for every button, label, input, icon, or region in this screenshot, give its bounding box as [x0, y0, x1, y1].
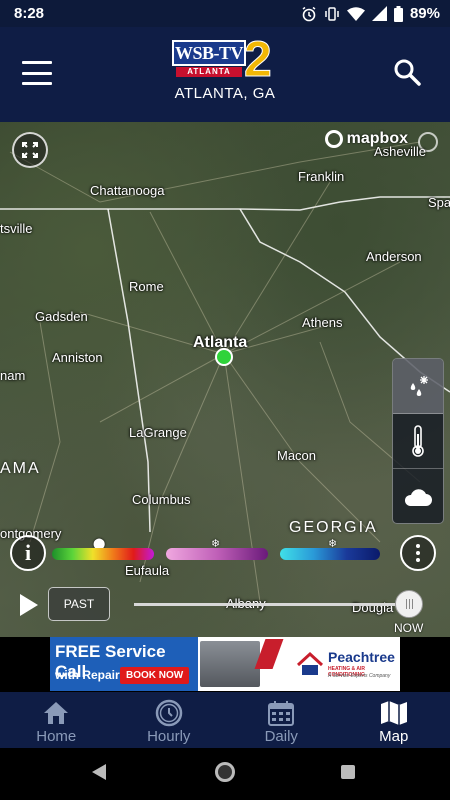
ac-unit-image: [200, 641, 260, 687]
city-label: Eufaula: [125, 563, 170, 578]
map-info-button[interactable]: i: [10, 535, 46, 571]
nav-map[interactable]: Map: [338, 692, 450, 748]
ad-book-button[interactable]: BOOK NOW: [120, 667, 190, 684]
city-label: Anniston: [52, 350, 103, 365]
precip-type-icon[interactable]: [393, 359, 443, 414]
vibrate-icon: [325, 6, 339, 21]
legend-mix: [166, 548, 268, 560]
status-bar: 8:28 89%: [0, 0, 450, 27]
ad-band: FREE Service Call with Repair! BOOK NOW …: [0, 637, 450, 692]
search-icon[interactable]: [392, 57, 422, 87]
nav-daily[interactable]: Daily: [225, 692, 338, 748]
layer-panel: [392, 358, 444, 524]
current-location-marker[interactable]: [215, 348, 233, 366]
hamburger-icon[interactable]: [22, 61, 52, 85]
app-header: WSB-TV ATLANTA 2 ATLANTA, GA: [0, 27, 450, 122]
city-label: Macon: [277, 448, 317, 463]
nav-hourly[interactable]: Hourly: [113, 692, 226, 748]
city-label: Rome: [129, 279, 164, 294]
city-label: LaGrange: [129, 425, 187, 440]
nav-hourly-label: Hourly: [147, 728, 191, 745]
fullscreen-icon[interactable]: [12, 132, 48, 168]
past-button[interactable]: PAST: [48, 587, 110, 621]
nav-daily-label: Daily: [264, 728, 298, 745]
radar-map[interactable]: mapbox Asheville Chattanooga Franklin Sp…: [0, 122, 450, 637]
timeline-track[interactable]: [134, 603, 410, 606]
city-label: Anderson: [366, 249, 422, 264]
station-logo: WSB-TV ATLANTA 2: [172, 34, 280, 88]
map-icon: [380, 701, 407, 725]
legend-rain: [52, 548, 154, 560]
clock-icon: [155, 699, 182, 727]
ad-subtitle: with Repair!: [55, 668, 124, 682]
alarm-icon: [302, 6, 316, 21]
logo-wsb: WSB-TV: [172, 40, 246, 66]
legend-snow: [280, 548, 380, 560]
city-label: Asheville: [374, 144, 427, 159]
city-label: Athens: [302, 315, 343, 330]
nav-home-label: Home: [36, 728, 77, 745]
battery-icon: [393, 5, 403, 22]
city-label: nam: [0, 368, 26, 383]
status-time: 8:28: [14, 5, 45, 22]
city-label: Gadsden: [35, 309, 88, 324]
city-label: Spa: [428, 195, 450, 210]
battery-percent: 89%: [409, 5, 440, 22]
mapbox-icon: [324, 130, 343, 148]
signal-icon: [371, 6, 387, 21]
recents-icon[interactable]: [341, 765, 355, 779]
play-icon[interactable]: [20, 594, 38, 616]
city-label: tsville: [0, 221, 33, 236]
logo-city: ATLANTA: [176, 67, 242, 77]
city-label: Franklin: [298, 169, 345, 184]
ad-promo-panel: FREE Service Call with Repair! BOOK NOW: [50, 637, 198, 691]
wifi-icon: [346, 7, 365, 21]
logo-channel: 2: [244, 31, 273, 87]
nav-home[interactable]: Home: [0, 692, 113, 748]
back-icon[interactable]: [92, 764, 106, 780]
ad-brand-tag: A Service Experts Company: [328, 673, 391, 679]
ad-brand: Peachtree: [328, 649, 395, 665]
calendar-icon: [268, 701, 295, 726]
location-label: ATLANTA, GA: [174, 85, 276, 102]
city-label: Columbus: [132, 492, 191, 507]
state-label: GEORGIA: [289, 519, 378, 536]
timeline-thumb[interactable]: [395, 590, 423, 618]
home-icon: [44, 702, 69, 724]
nav-map-label: Map: [379, 728, 409, 745]
system-nav-bar: [0, 748, 450, 800]
house-logo-icon: [296, 651, 324, 675]
city-label: Chattanooga: [90, 183, 165, 198]
home-button-icon[interactable]: [215, 762, 235, 782]
bottom-nav: Home Hourly Daily Map: [0, 692, 450, 748]
thermometer-icon[interactable]: [393, 414, 443, 469]
state-label: AMA: [0, 460, 41, 477]
more-options-icon[interactable]: [400, 535, 436, 571]
cloud-icon[interactable]: [393, 469, 443, 523]
ad-banner[interactable]: FREE Service Call with Repair! BOOK NOW …: [50, 637, 400, 691]
now-label: NOW: [394, 621, 424, 635]
